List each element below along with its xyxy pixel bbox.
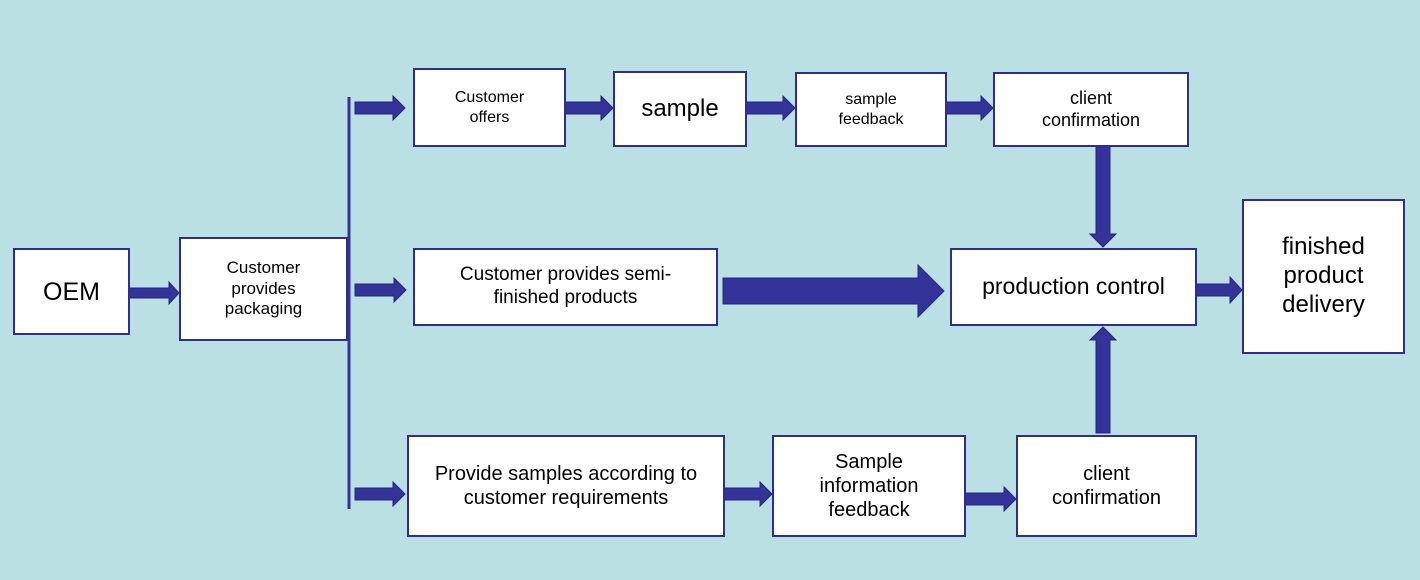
node-label: production control [982,273,1165,300]
arrow-to-semi-finished [354,276,407,304]
arrow-semi-finished-to-production [722,263,945,319]
node-label: OEM [43,277,100,306]
arrow-confirmation-down-to-production [1088,145,1118,248]
node-customer-offers: Customer offers [413,68,566,147]
node-provide-samples: Provide samples according to customer re… [407,435,725,537]
node-sample-feedback: sample feedback [795,72,947,147]
arrow-oem-to-packaging [128,280,180,306]
arrow-provide-to-info-feedback [723,480,773,508]
node-label: Customer provides packaging [224,258,303,319]
node-label: sample feedback [838,91,904,128]
node-client-confirmation-bottom: client confirmation [1016,435,1197,537]
node-label: Customer offers [454,89,525,126]
arrow-to-provide-samples [354,480,406,508]
arrow-confirmation-up-to-production [1088,326,1118,434]
node-label: sample [641,94,719,122]
node-label: Customer provides semi-finished products [459,264,672,308]
node-finished-product-delivery: finished product delivery [1242,199,1405,354]
node-label: client confirmation [1041,87,1141,130]
arrow-to-customer-offers [354,94,406,122]
node-label: Provide samples according to customer re… [434,463,698,509]
node-customer-provides-packaging: Customer provides packaging [179,237,348,341]
node-sample-information-feedback: Sample information feedback [772,435,966,537]
node-client-confirmation-top: client confirmation [993,72,1189,147]
arrow-offers-to-sample [564,94,614,122]
node-label: Sample information feedback [819,451,919,521]
arrow-sample-to-feedback [745,94,796,122]
arrow-info-feedback-to-confirmation [964,485,1017,513]
node-label: finished product delivery [1282,233,1365,318]
node-production-control: production control [950,248,1197,326]
arrow-feedback-to-confirmation [945,94,994,122]
node-sample: sample [613,71,747,147]
arrow-production-to-delivery [1195,275,1243,305]
node-oem: OEM [13,248,130,335]
node-label: client confirmation [1052,463,1161,509]
node-semi-finished-products: Customer provides semi-finished products [413,248,718,326]
